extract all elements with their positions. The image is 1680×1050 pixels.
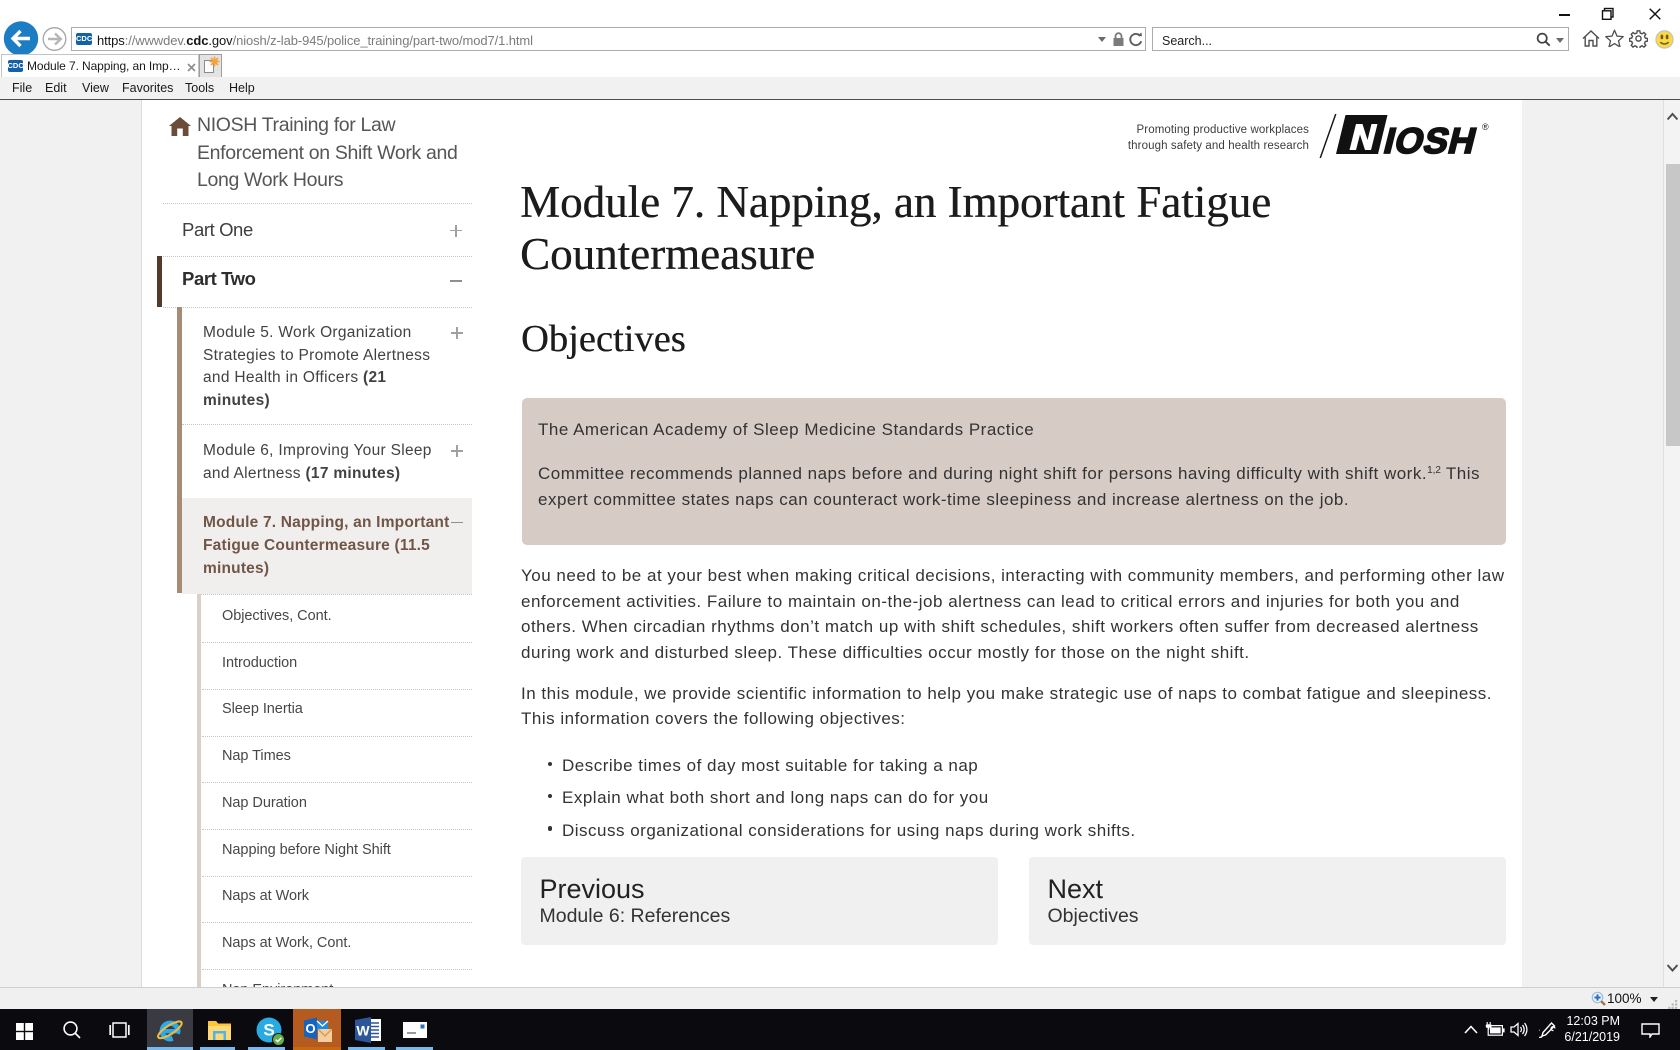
svg-text:O: O <box>305 1021 315 1036</box>
svg-text:IOSH: IOSH <box>1380 121 1481 159</box>
svg-text:®: ® <box>1482 122 1489 132</box>
svg-text:W: W <box>356 1023 370 1039</box>
